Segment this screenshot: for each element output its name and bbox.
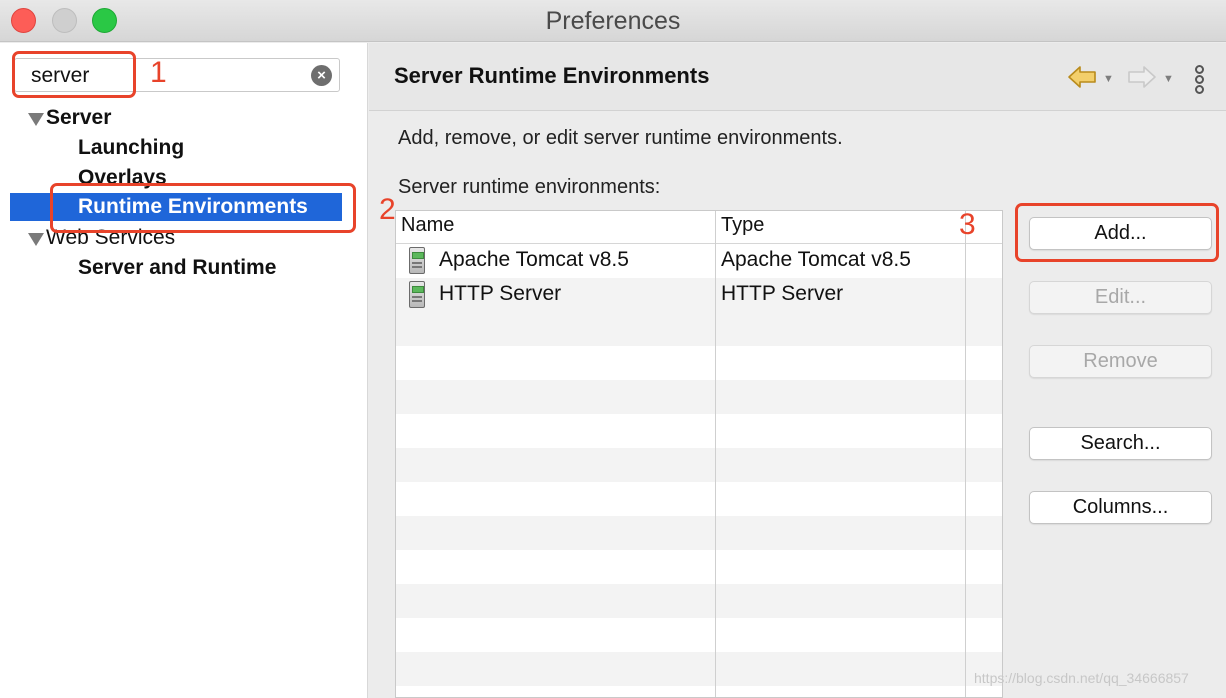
tree-item-server[interactable]: Server — [46, 104, 111, 132]
view-menu-icon[interactable] — [1195, 65, 1207, 95]
empty-row — [396, 584, 1002, 618]
server-icon — [409, 247, 425, 274]
watermark: https://blog.csdn.net/qq_34666857 — [974, 670, 1189, 686]
annotation-number: 2 — [379, 193, 396, 226]
page-description: Add, remove, or edit server runtime envi… — [398, 127, 843, 149]
column-divider[interactable] — [965, 211, 966, 697]
clear-search-icon[interactable]: × — [311, 65, 332, 86]
window-title: Preferences — [545, 7, 681, 35]
forward-arrow-icon[interactable] — [1127, 65, 1157, 89]
back-history-caret-icon[interactable]: ▼ — [1103, 73, 1114, 85]
runtime-type: HTTP Server — [721, 282, 844, 305]
table-header: Name Type — [396, 211, 1002, 244]
columns-button[interactable]: Columns... — [1029, 491, 1212, 524]
search-button[interactable]: Search... — [1029, 427, 1212, 460]
empty-row — [396, 448, 1002, 482]
tree-item-launching[interactable]: Launching — [78, 134, 184, 162]
title-bar: Preferences — [0, 0, 1226, 42]
page-header: Server Runtime Environments ▼ ▼ — [369, 43, 1226, 111]
column-divider[interactable] — [715, 211, 716, 697]
column-header-name[interactable]: Name — [401, 214, 454, 237]
empty-row — [396, 312, 1002, 346]
empty-row — [396, 380, 1002, 414]
expand-arrow-icon[interactable] — [28, 113, 44, 126]
runtime-name: Apache Tomcat v8.5 — [439, 248, 629, 271]
annotation-box-filter — [12, 51, 136, 98]
empty-row — [396, 516, 1002, 550]
annotation-box-add — [1015, 203, 1219, 262]
runtime-list-label: Server runtime environments: — [398, 176, 661, 198]
runtime-type: Apache Tomcat v8.5 — [721, 248, 911, 271]
column-header-type[interactable]: Type — [721, 214, 764, 237]
server-icon — [409, 281, 425, 308]
tree-item-server-and-runtime[interactable]: Server and Runtime — [78, 254, 276, 282]
table-row[interactable]: Apache Tomcat v8.5 Apache Tomcat v8.5 — [396, 244, 1002, 278]
runtime-name: HTTP Server — [439, 282, 562, 305]
page-title: Server Runtime Environments — [394, 63, 710, 88]
annotation-number: 1 — [150, 56, 167, 89]
edit-button[interactable]: Edit... — [1029, 281, 1212, 314]
table-row[interactable]: HTTP Server HTTP Server — [396, 278, 1002, 312]
remove-button[interactable]: Remove — [1029, 345, 1212, 378]
back-arrow-icon[interactable] — [1067, 65, 1097, 89]
expand-arrow-icon[interactable] — [28, 233, 44, 246]
preferences-tree-pane: × Server Launching Overlays Runtime Envi… — [0, 43, 368, 698]
annotation-box-runtime — [50, 183, 356, 233]
empty-row — [396, 652, 1002, 686]
forward-history-caret-icon[interactable]: ▼ — [1163, 73, 1174, 85]
runtime-environments-table[interactable]: Name Type Apache Tomcat v8.5 Apache Tomc… — [395, 210, 1003, 698]
preference-page: Server Runtime Environments ▼ ▼ Add, rem… — [369, 43, 1226, 698]
annotation-number: 3 — [959, 208, 976, 241]
